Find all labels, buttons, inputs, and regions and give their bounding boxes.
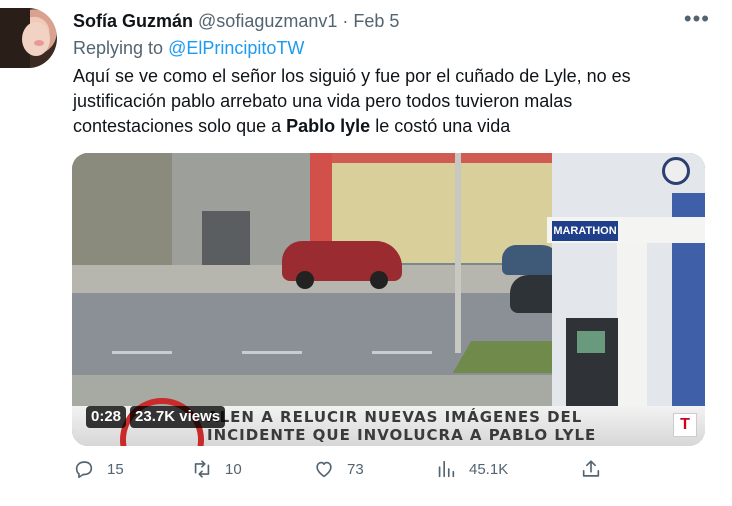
share-icon [582, 460, 600, 477]
car-wheel [370, 271, 388, 289]
views-button[interactable]: 45.1K [435, 458, 508, 480]
scene-pump-screen [577, 331, 605, 353]
caption-line-1: ALEN A RELUCIR NUEVAS IMÁGENES DEL [207, 408, 583, 426]
scene-building-left [72, 153, 172, 278]
station-logo-icon [662, 157, 690, 185]
share-button[interactable] [580, 458, 602, 480]
reply-icon [75, 461, 93, 479]
heart-icon [316, 461, 332, 478]
replying-prefix: Replying to [73, 38, 169, 58]
views-count: 45.1K [469, 460, 509, 478]
scene-lane-mark [372, 351, 432, 354]
scene-red-car [282, 241, 402, 289]
retweet-count: 10 [225, 460, 242, 478]
tweet-text-bold: Pablo lyle [286, 116, 371, 136]
more-options-icon[interactable]: ••• [684, 6, 710, 32]
tweet-text-part2: le costó una vida [370, 116, 511, 136]
replying-handle-link[interactable]: @ElPrincipitoTW [168, 38, 304, 58]
like-button[interactable]: 73 [313, 458, 364, 480]
tweet-date[interactable]: Feb 5 [353, 11, 399, 31]
tweet-header: Sofía Guzmán @sofiaguzmanv1 · Feb 5 [73, 10, 399, 32]
scene-door [202, 211, 250, 271]
avatar-face [22, 22, 50, 56]
video-badges: 0:28 23.7K views [86, 406, 226, 428]
author-name[interactable]: Sofía Guzmán [73, 11, 193, 31]
retweet-icon [194, 460, 210, 478]
retweet-button[interactable]: 10 [191, 458, 242, 480]
scene-lane-mark [242, 351, 302, 354]
bar-chart-icon [438, 460, 455, 478]
network-logo: T [673, 413, 697, 437]
car-wheel [296, 271, 314, 289]
replying-to: Replying to @ElPrincipitoTW [73, 37, 304, 59]
avatar-cheek [34, 40, 44, 46]
video-views: 23.7K views [130, 406, 226, 428]
scene-station-column [617, 243, 647, 423]
avatar[interactable] [0, 8, 57, 68]
tweet-text: Aquí se ve como el señor los siguió y fu… [73, 64, 693, 139]
header-separator: · [337, 11, 354, 31]
scene-lane-mark [112, 351, 172, 354]
like-count: 73 [347, 460, 364, 478]
video-duration: 0:28 [86, 406, 127, 428]
reply-button[interactable]: 15 [73, 458, 124, 480]
reply-count: 15 [107, 460, 124, 478]
video-player[interactable]: MARATHON ALEN A RELUCIR NUEVAS IMÁGENES … [72, 153, 705, 446]
tweet-actions: 15 10 73 45.1K [73, 458, 613, 490]
author-handle[interactable]: @sofiaguzmanv1 [198, 11, 337, 31]
caption-line-2: INCIDENTE QUE INVOLUCRA A PABLO LYLE [207, 426, 597, 444]
scene-pole [455, 153, 461, 353]
station-sign: MARATHON [552, 221, 618, 241]
